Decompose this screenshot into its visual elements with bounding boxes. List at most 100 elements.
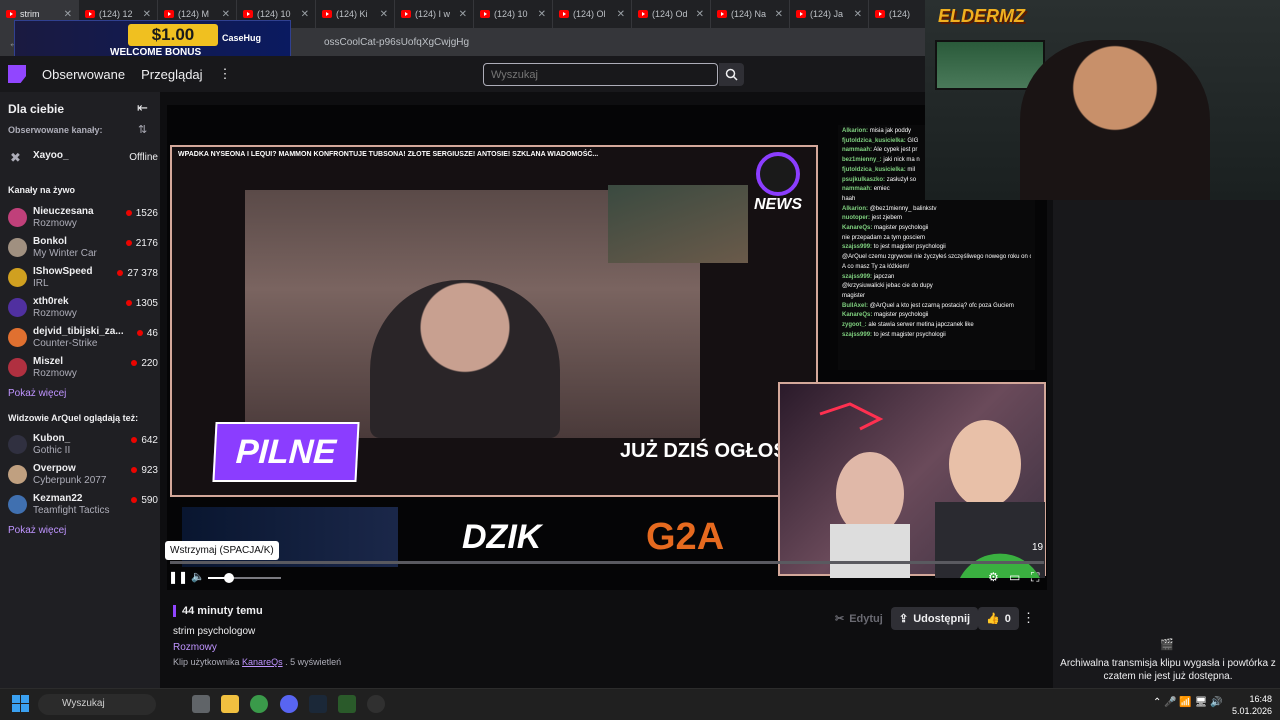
browser-tab[interactable]: (124) I w ✕ — [395, 0, 474, 28]
youtube-icon — [796, 10, 806, 18]
news-badge: NEWS — [748, 152, 808, 222]
close-tab-icon[interactable]: ✕ — [775, 9, 783, 20]
viewer-count: 2176 — [126, 238, 158, 249]
close-tab-icon[interactable]: ✕ — [301, 9, 309, 20]
followed-channel[interactable]: ✖ Xayoo_ Offline — [8, 150, 158, 178]
chat-message: to jest magister psychologii — [873, 331, 946, 338]
sidebar-channel[interactable]: Miszel Rozmowy 220 — [8, 356, 158, 384]
volume-icon[interactable]: 🔈 — [191, 570, 205, 583]
like-button[interactable]: 👍 0 — [978, 607, 1019, 630]
taskbar-clock[interactable]: 16:48 5.01.2026 — [1232, 693, 1272, 717]
youtube-icon — [243, 10, 253, 18]
viewer-count: 1526 — [126, 208, 158, 219]
close-tab-icon[interactable]: ✕ — [854, 9, 862, 20]
channel-game: Cyberpunk 2077 — [33, 475, 107, 486]
sidebar-channel[interactable]: Bonkol My Winter Car 2176 — [8, 236, 158, 264]
close-tab-icon[interactable]: ✕ — [64, 9, 72, 20]
browser-tab[interactable]: (124) Ol ✕ — [553, 0, 632, 28]
sidebar-channel[interactable]: IShowSpeed IRL 27 378 — [8, 266, 158, 294]
nav-followed[interactable]: Obserwowane — [42, 67, 125, 82]
browser-tab[interactable]: (124) Na ✕ — [711, 0, 790, 28]
file-explorer-icon[interactable] — [221, 695, 239, 713]
sidebar-channel[interactable]: dejvid_tibijski_za... Counter-Strike 46 — [8, 326, 158, 354]
chat-message: mil — [907, 166, 916, 173]
sidebar-channel[interactable]: Kezman22 Teamfight Tactics 590 — [8, 493, 158, 521]
search-input[interactable] — [483, 63, 718, 86]
task-view-icon[interactable] — [192, 695, 210, 713]
pause-icon[interactable]: ❚❚ — [168, 570, 188, 584]
chat-line: szajss999: to jest magister psychologii — [842, 243, 1031, 253]
search-button[interactable] — [719, 63, 744, 86]
excel-icon[interactable] — [338, 695, 356, 713]
close-tab-icon[interactable]: ✕ — [696, 9, 704, 20]
close-tab-icon[interactable]: ✕ — [143, 9, 151, 20]
steam-icon[interactable] — [309, 695, 327, 713]
chrome-icon[interactable] — [250, 695, 268, 713]
youtube-icon — [875, 10, 885, 18]
fullscreen-icon[interactable]: ⛶ — [1031, 570, 1039, 585]
close-tab-icon[interactable]: ✕ — [617, 9, 625, 20]
tab-label: (124) — [889, 9, 911, 19]
avatar — [8, 238, 27, 257]
chat-panel — [1053, 200, 1280, 688]
sidebar-title: Dla ciebie — [8, 102, 65, 116]
clip-category[interactable]: Rozmowy — [173, 642, 341, 653]
tray-icons[interactable]: ⌃ 🎤 📶 🖥 🔊 — [1153, 697, 1223, 708]
browser-tab[interactable]: (124) 10 ✕ — [474, 0, 553, 28]
edit-button[interactable]: ✂ Edytuj — [827, 607, 891, 630]
taskbar-search[interactable]: Wyszukaj — [38, 694, 156, 715]
close-tab-icon[interactable]: ✕ — [459, 9, 467, 20]
settings-icon[interactable]: ⚙ — [988, 570, 999, 584]
chat-line: szajss999: japczan — [842, 273, 1031, 283]
chat-message: @bez1mienny_ balinkstv — [869, 205, 937, 212]
channel-name: Overpow — [33, 463, 76, 474]
chat-line: nuotoper: jest zjebem — [842, 214, 1031, 224]
chat-user: Alkarion: — [842, 205, 869, 212]
chat-message: magister psychologii — [874, 312, 929, 319]
youtube-icon — [559, 10, 569, 18]
browser-tab[interactable]: (124) Ki ✕ — [316, 0, 395, 28]
followed-header: Obserwowane kanały: — [8, 125, 103, 135]
chat-line: @ArQuel czemu zgrywowi nie życzyłeś szcz… — [842, 253, 1031, 263]
discord-icon[interactable] — [280, 695, 298, 713]
chat-message: haah — [842, 195, 856, 202]
start-icon[interactable] — [12, 695, 29, 712]
chat-message: jaki nick ma n — [883, 157, 920, 164]
channel-name: dejvid_tibijski_za... — [33, 326, 123, 337]
browser-tab[interactable]: (124) Od ✕ — [632, 0, 711, 28]
share-button[interactable]: ⇪ Udostępnij — [891, 607, 979, 630]
browser-tab[interactable]: (124) Ja ✕ — [790, 0, 869, 28]
url-text[interactable]: ossCoolCat-p96sUofqXgCwjgHg — [324, 37, 469, 48]
sidebar-channel[interactable]: Kubon_ Gothic II 642 — [8, 433, 158, 461]
show-more-also[interactable]: Pokaż więcej — [8, 525, 66, 536]
sidebar-channel[interactable]: xth0rek Rozmowy 1305 — [8, 296, 158, 324]
clapperboard-icon: 🎬 — [1160, 639, 1174, 651]
chat-message: jest zjebem — [871, 215, 903, 222]
show-more-live[interactable]: Pokaż więcej — [8, 388, 66, 399]
video-progress-bar[interactable] — [170, 561, 1044, 564]
clip-author-link[interactable]: KanareQs — [242, 657, 283, 667]
app-icon[interactable] — [367, 695, 385, 713]
avatar — [8, 495, 27, 514]
theater-mode-icon[interactable]: ▭ — [1009, 570, 1020, 584]
collapse-sidebar-icon[interactable]: ⇤ — [137, 100, 148, 116]
sidebar-channel[interactable]: Nieuczesana Rozmowy 1526 — [8, 206, 158, 234]
more-options-icon[interactable]: ⋮ — [1022, 610, 1035, 626]
webcam-streamer — [1020, 40, 1210, 200]
sidebar-channel[interactable]: Overpow Cyberpunk 2077 923 — [8, 463, 158, 491]
chat-message: ale stawia serwer metina japczanek like — [868, 322, 974, 329]
chat-line: magister — [842, 292, 1031, 302]
close-tab-icon[interactable]: ✕ — [380, 9, 388, 20]
chat-message: zasłużył so — [886, 176, 917, 183]
nav-more-icon[interactable]: ⋮ — [219, 66, 232, 82]
mini-webcam — [608, 185, 748, 263]
webcam-logo: ELDERMZ — [938, 6, 1025, 26]
sort-icon[interactable]: ⇅ — [138, 123, 147, 136]
twitch-logo-icon[interactable] — [8, 65, 26, 83]
close-tab-icon[interactable]: ✕ — [222, 9, 230, 20]
clip-author-line: Klip użytkownika KanareQs . 5 wyświetleń — [173, 657, 341, 667]
nav-browse[interactable]: Przeglądaj — [141, 67, 202, 82]
clip-info: 44 minuty temu strim psychologow Rozmowy… — [173, 605, 341, 667]
chat-user: nuotoper: — [842, 215, 870, 222]
close-tab-icon[interactable]: ✕ — [538, 9, 546, 20]
